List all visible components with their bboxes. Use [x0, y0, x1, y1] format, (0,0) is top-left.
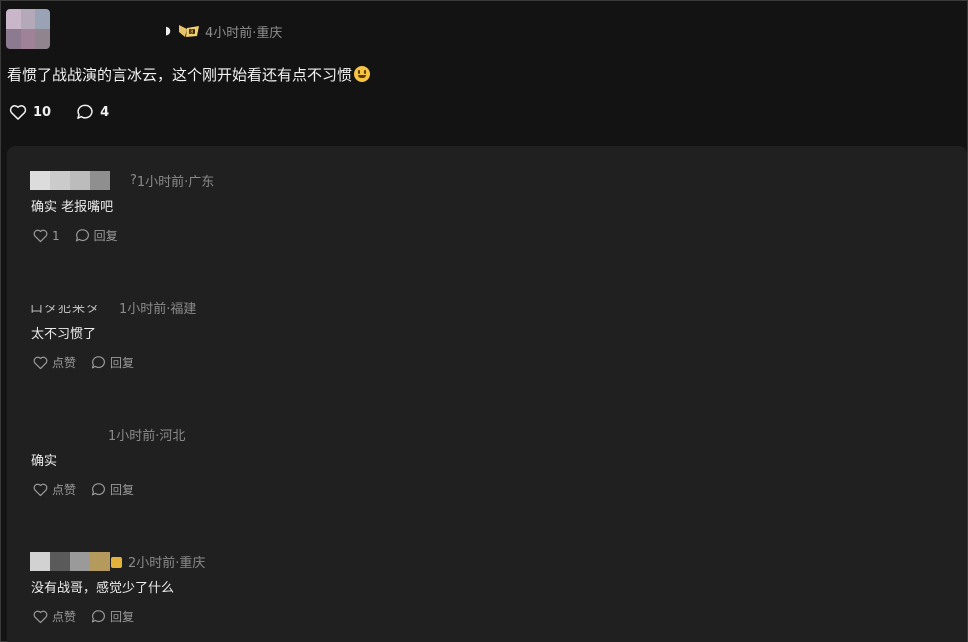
grinning-face-icon [354, 66, 371, 82]
reply-like-label: 点赞 [52, 356, 77, 370]
reply-text: 确实 [31, 454, 58, 469]
medal-badge-icon: 8 [179, 25, 199, 37]
heart-icon [33, 483, 48, 497]
level-badge-icon [111, 556, 122, 568]
reply-like-button[interactable]: 1 [32, 227, 60, 244]
reply-time-location: 1小时前·河北 [108, 428, 186, 444]
reply-reply-label: 回复 [110, 356, 135, 370]
post-meta: ◗ 8 4小时前·重庆 [165, 21, 282, 41]
comment-count: 4 [100, 104, 110, 120]
comment-button[interactable]: 4 [75, 102, 109, 122]
reply-reply-button[interactable]: 回复 [90, 481, 134, 498]
post-time-location: 4小时前·重庆 [205, 25, 283, 41]
post-actions: 10 4 [8, 102, 133, 122]
reply-time-prefix: ? [130, 172, 137, 188]
comment-bubble-icon [91, 483, 105, 496]
comment-bubble-icon [75, 229, 89, 242]
reply-username[interactable] [30, 551, 110, 571]
reply-like-label: 点赞 [52, 483, 77, 497]
heart-icon [33, 356, 48, 370]
heart-icon [33, 610, 48, 624]
reply-like-button[interactable]: 点赞 [32, 481, 76, 498]
reply-username[interactable] [30, 170, 110, 190]
reply-text: 没有战哥，感觉少了什么 [31, 581, 175, 596]
like-button[interactable]: 10 [8, 102, 51, 122]
reply-like-button[interactable]: 点赞 [32, 608, 76, 625]
reply-reply-button[interactable]: 回复 [74, 227, 118, 244]
heart-icon [33, 229, 48, 243]
reply-reply-label: 回复 [110, 483, 135, 497]
comment-bubble-icon [77, 104, 93, 119]
like-count: 10 [33, 104, 52, 120]
moon-icon: ◗ [165, 24, 171, 37]
reply-text: 太不习惯了 [31, 327, 97, 342]
reply-like-button[interactable]: 点赞 [32, 354, 76, 371]
reply-username[interactable]: 口タ犯来タ分 [30, 305, 108, 313]
reply-reply-label: 回复 [93, 229, 118, 243]
comment-bubble-icon [91, 610, 105, 623]
replies-panel: ? 1小时前·广东 确实 老报嘴吧 1 回复 口タ犯来タ分 1小时前·福建 太不… [7, 146, 967, 642]
reply-like-label: 1 [52, 228, 60, 243]
reply-time-location: 1小时前·福建 [119, 301, 197, 317]
svg-text:8: 8 [190, 30, 193, 36]
reply-time-location: 1小时前·广东 [136, 174, 215, 190]
comment-bubble-icon [91, 356, 105, 369]
post-text: 看惯了战战演的言冰云，这个刚开始看还有点不习惯 [7, 66, 353, 84]
heart-icon [9, 105, 27, 120]
reply-like-label: 点赞 [52, 610, 77, 624]
reply-text: 确实 老报嘴吧 [31, 200, 114, 215]
reply-reply-button[interactable]: 回复 [90, 608, 134, 625]
avatar[interactable] [6, 9, 50, 49]
reply-time-location: 2小时前·重庆 [128, 555, 206, 571]
reply-reply-label: 回复 [110, 610, 135, 624]
post-content: 看惯了战战演的言冰云，这个刚开始看还有点不习惯 [7, 64, 371, 85]
reply-reply-button[interactable]: 回复 [90, 354, 134, 371]
